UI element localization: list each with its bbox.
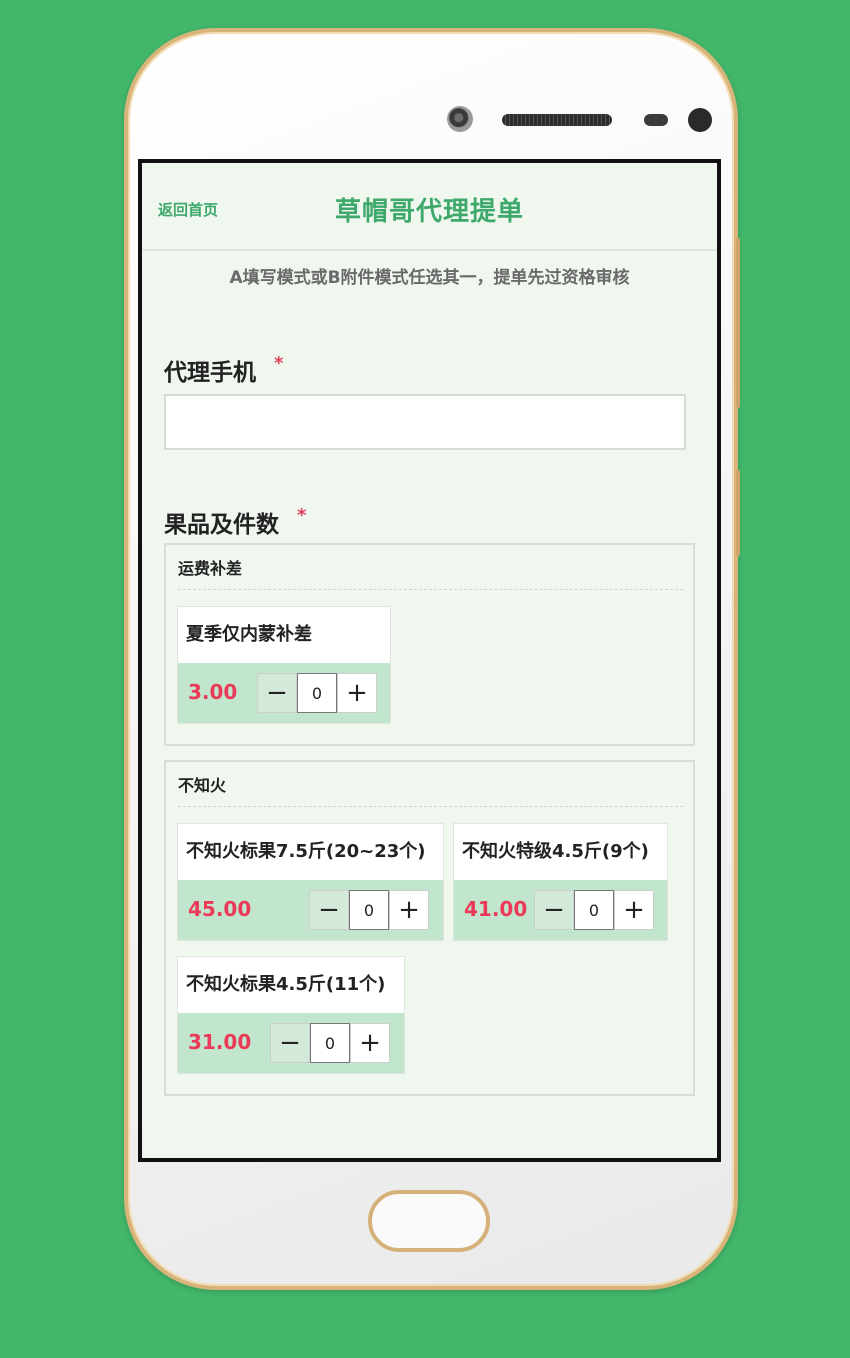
group-title: 运费补差 [178,555,683,590]
quantity-stepper: − 0 + [257,673,377,713]
required-mark: * [297,505,307,526]
product-card-footer: 45.00 − 0 + [178,880,443,940]
notice-text: A填写模式或B附件模式任选其一，提单先过资格审核 [229,268,630,288]
page-header: 返回首页 草帽哥代理提单 [142,163,717,251]
minus-icon[interactable]: − [309,890,349,930]
phone-label-text: 代理手机 [164,360,256,386]
product-name: 不知火标果4.5斤(11个) [186,974,386,995]
group-title: 不知火 [178,772,683,807]
product-card: 不知火标果4.5斤(11个) 31.00 − 0 + [177,956,405,1074]
quantity-stepper: − 0 + [534,890,654,930]
plus-icon[interactable]: + [389,890,429,930]
quantity-input[interactable]: 0 [574,890,614,930]
plus-icon[interactable]: + [614,890,654,930]
product-card-footer: 41.00 − 0 + [454,880,667,940]
product-group: 运费补差 夏季仅内蒙补差 3.00 − 0 + [164,543,695,746]
product-price: 3.00 [188,680,238,704]
camera-icon [447,106,473,132]
speaker-grille [502,114,612,126]
product-card-footer: 31.00 − 0 + [178,1013,404,1073]
product-name: 夏季仅内蒙补差 [186,624,312,645]
product-name: 不知火标果7.5斤(20~23个) [186,841,426,862]
phone-screen: 返回首页 草帽哥代理提单 A填写模式或B附件模式任选其一，提单先过资格审核 代理… [138,159,721,1162]
front-camera-icon [688,108,712,132]
phone-input[interactable] [164,394,686,450]
product-price: 31.00 [188,1030,252,1054]
page-title: 草帽哥代理提单 [334,197,524,227]
product-group: 不知火 不知火标果7.5斤(20~23个) 45.00 − 0 + 不知火特级4… [164,760,695,1096]
phone-field-label: 代理手机 * [164,353,283,387]
quantity-stepper: − 0 + [309,890,429,930]
quantity-input[interactable]: 0 [310,1023,350,1063]
quantity-input[interactable]: 0 [349,890,389,930]
products-label-text: 果品及件数 [164,512,279,538]
product-card: 不知火标果7.5斤(20~23个) 45.00 − 0 + [177,823,444,941]
minus-icon[interactable]: − [257,673,297,713]
quantity-input[interactable]: 0 [297,673,337,713]
product-price: 45.00 [188,897,252,921]
product-card: 夏季仅内蒙补差 3.00 − 0 + [177,606,391,724]
minus-icon[interactable]: − [270,1023,310,1063]
plus-icon[interactable]: + [350,1023,390,1063]
plus-icon[interactable]: + [337,673,377,713]
app-page: 返回首页 草帽哥代理提单 A填写模式或B附件模式任选其一，提单先过资格审核 代理… [142,163,717,1158]
products-field-label: 果品及件数 * [164,505,306,539]
phone-side-button [736,238,740,408]
required-mark: * [274,353,284,374]
product-card-footer: 3.00 − 0 + [178,663,390,723]
phone-side-button [736,470,740,556]
minus-icon[interactable]: − [534,890,574,930]
quantity-stepper: − 0 + [270,1023,390,1063]
product-card: 不知火特级4.5斤(9个) 41.00 − 0 + [453,823,668,941]
home-button [368,1190,490,1252]
sensor [644,114,668,126]
product-name: 不知火特级4.5斤(9个) [462,841,649,862]
product-price: 41.00 [464,897,528,921]
